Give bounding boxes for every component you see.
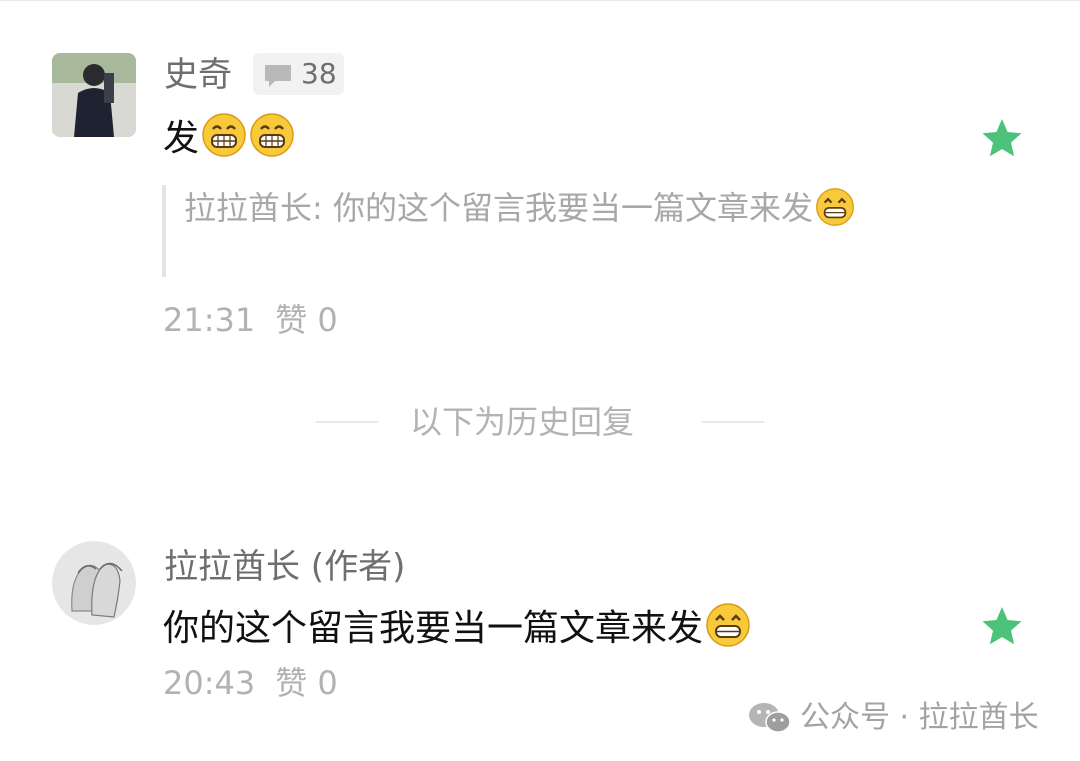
comment-text-value: 你的这个留言我要当一篇文章来发 bbox=[163, 608, 704, 649]
grin-emoji-icon bbox=[705, 602, 751, 661]
comment-meta: 20:43 赞 0 bbox=[163, 663, 338, 703]
like-button[interactable]: 赞 0 bbox=[275, 664, 338, 702]
divider-line-left bbox=[316, 421, 378, 423]
star-icon[interactable] bbox=[980, 116, 1024, 160]
comment-text: 你的这个留言我要当一篇文章来发 bbox=[163, 602, 751, 661]
quote-text: 拉拉酋长: 你的这个留言我要当一篇文章来发 bbox=[184, 185, 884, 239]
author-avatar[interactable] bbox=[52, 541, 136, 625]
top-divider bbox=[0, 0, 1080, 1]
comment-count-badge[interactable]: 38 bbox=[253, 53, 344, 95]
author-name[interactable]: 史奇 bbox=[164, 53, 232, 97]
comment-meta: 21:31 赞 0 bbox=[163, 300, 338, 340]
like-button[interactable]: 赞 0 bbox=[275, 301, 338, 339]
comment-time: 20:43 bbox=[163, 664, 256, 702]
comment-text: 发 bbox=[163, 112, 295, 171]
comment-count: 38 bbox=[301, 57, 337, 90]
quote-body: 你的这个留言我要当一篇文章来发 bbox=[332, 189, 813, 227]
quoted-reply: 拉拉酋长: 你的这个留言我要当一篇文章来发 bbox=[162, 185, 882, 277]
comment-time: 21:31 bbox=[163, 301, 256, 339]
watermark-text: 公众号 · 拉拉酋长 bbox=[800, 700, 1039, 735]
comment-bubble-icon bbox=[263, 63, 293, 93]
grin-emoji-icon bbox=[815, 187, 855, 239]
avatar[interactable] bbox=[52, 53, 136, 137]
quote-bar bbox=[162, 185, 166, 277]
grin-emoji-icon bbox=[249, 112, 295, 171]
comment-text-value: 发 bbox=[163, 118, 200, 159]
wechat-icon bbox=[748, 700, 792, 740]
quote-author: 拉拉酋长: bbox=[184, 189, 333, 227]
grin-emoji-icon bbox=[201, 112, 247, 171]
author-name[interactable]: 拉拉酋长 (作者) bbox=[164, 545, 405, 589]
history-divider: 以下为历史回复 bbox=[0, 400, 1080, 444]
star-icon[interactable] bbox=[980, 604, 1024, 648]
divider-line-right bbox=[702, 421, 764, 423]
divider-label: 以下为历史回复 bbox=[410, 403, 635, 441]
